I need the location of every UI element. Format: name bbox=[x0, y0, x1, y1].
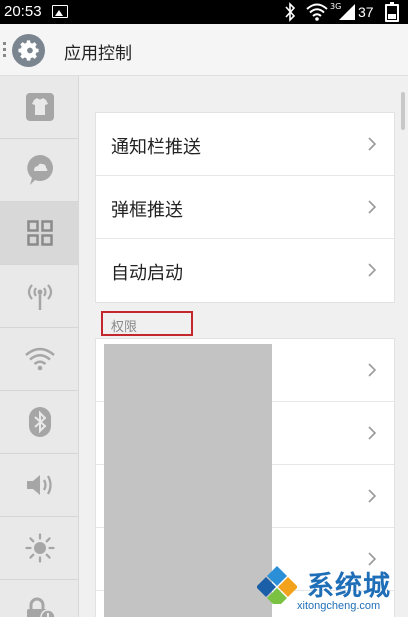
battery-icon bbox=[385, 2, 399, 22]
cloud-chat-icon bbox=[26, 155, 53, 185]
menu-row-notification-push[interactable]: 通知栏推送 bbox=[96, 113, 394, 176]
chevron-right-icon bbox=[368, 489, 376, 503]
chevron-right-icon bbox=[368, 200, 376, 214]
gear-icon bbox=[12, 34, 45, 67]
page-title: 应用控制 bbox=[64, 44, 132, 64]
battery-percent: 37 bbox=[358, 4, 374, 20]
scrollbar-thumb[interactable] bbox=[401, 92, 405, 130]
shirt-icon bbox=[25, 93, 54, 121]
wifi-icon bbox=[24, 347, 55, 371]
brightness-icon bbox=[24, 533, 55, 563]
sidebar-item-hotspot[interactable] bbox=[0, 265, 79, 328]
lock-icon bbox=[26, 597, 56, 617]
sidebar bbox=[0, 76, 79, 617]
menu-row-autostart[interactable]: 自动启动 bbox=[96, 239, 394, 302]
sidebar-item-app-control[interactable] bbox=[0, 202, 79, 265]
menu-row-label: 弹框推送 bbox=[111, 200, 183, 221]
sidebar-item-bluetooth[interactable] bbox=[0, 391, 79, 454]
status-time: 20:53 bbox=[4, 3, 42, 20]
watermark: 系统城 xitongcheng.com bbox=[255, 560, 408, 617]
push-settings-card: 通知栏推送 弹框推送 自动启动 bbox=[95, 112, 395, 303]
antenna-icon bbox=[27, 284, 52, 310]
chevron-right-icon bbox=[368, 263, 376, 277]
menu-row-label: 自动启动 bbox=[111, 263, 183, 284]
redacted-block bbox=[104, 344, 272, 617]
bluetooth-icon bbox=[28, 407, 51, 437]
drag-handle-icon[interactable] bbox=[3, 42, 7, 60]
section-label-permissions: 权限 bbox=[101, 311, 193, 336]
wifi-status-icon bbox=[306, 3, 328, 21]
volume-icon bbox=[26, 475, 52, 495]
watermark-url: xitongcheng.com bbox=[297, 600, 381, 612]
bluetooth-status-icon bbox=[285, 2, 296, 22]
sidebar-item-cloud[interactable] bbox=[0, 139, 79, 202]
menu-row-label: 通知栏推送 bbox=[111, 137, 201, 158]
chevron-right-icon bbox=[368, 363, 376, 377]
image-notification-icon bbox=[52, 5, 68, 18]
signal-icon bbox=[339, 4, 355, 20]
sidebar-item-wifi[interactable] bbox=[0, 328, 79, 391]
status-bar: 20:53 3G 37 bbox=[0, 0, 408, 24]
chevron-right-icon bbox=[368, 137, 376, 151]
sidebar-item-lock[interactable] bbox=[0, 580, 79, 617]
sidebar-item-volume[interactable] bbox=[0, 454, 79, 517]
chevron-right-icon bbox=[368, 426, 376, 440]
sidebar-item-theme[interactable] bbox=[0, 76, 79, 139]
sidebar-item-brightness[interactable] bbox=[0, 517, 79, 580]
watermark-logo-icon bbox=[257, 566, 297, 604]
title-bar: 应用控制 bbox=[0, 24, 408, 76]
menu-row-popup-push[interactable]: 弹框推送 bbox=[96, 176, 394, 239]
watermark-text: 系统城 bbox=[307, 571, 391, 602]
main-content: 通知栏推送 弹框推送 自动启动 权限 bbox=[79, 76, 408, 617]
grid-apps-icon bbox=[26, 220, 53, 246]
